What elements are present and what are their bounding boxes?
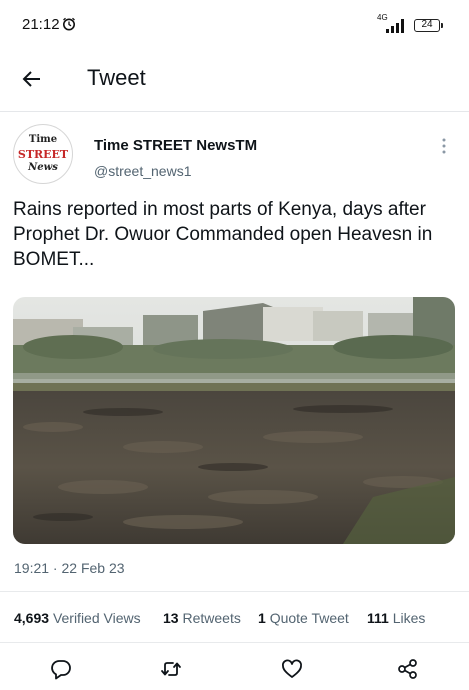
page-title: Tweet: [87, 65, 146, 90]
avatar-text-line-1: Time: [28, 134, 58, 145]
tweet-timestamp: 19:21 · 22 Feb 23: [14, 560, 125, 576]
retweets-count: 13: [163, 610, 179, 626]
views-count: 4,693: [14, 610, 50, 626]
tweet-text: Rains reported in most parts of Kenya, d…: [13, 199, 433, 270]
stats-divider: [0, 642, 469, 643]
author-handle[interactable]: @street_news1: [94, 163, 191, 179]
battery-indicator: 24: [414, 19, 440, 32]
views-label: Verified Views: [52, 610, 141, 626]
status-time: 21:12: [22, 16, 60, 33]
signal-strength-icon: [386, 19, 404, 33]
author-display-name[interactable]: Time STREET NewsTM: [94, 137, 257, 154]
top-app-bar: Tweet: [0, 50, 469, 106]
quote-tweets-stat[interactable]: 1 Quote Tweet: [258, 610, 349, 626]
views-stat[interactable]: 4,693 Verified Views: [14, 610, 141, 626]
quote-tweets-label: Quote Tweet: [269, 610, 349, 626]
likes-label: Likes: [392, 610, 426, 626]
tweet-photo[interactable]: [13, 297, 455, 544]
author-avatar[interactable]: Time STREET News: [13, 124, 73, 184]
timestamp-divider: [0, 591, 469, 592]
like-icon[interactable]: [281, 658, 303, 680]
tweet-action-bar: [0, 650, 469, 690]
alarm-icon: [63, 17, 75, 31]
avatar-text-line-2: STREET: [17, 148, 69, 161]
reply-icon[interactable]: [50, 658, 72, 680]
quote-tweets-count: 1: [258, 610, 266, 626]
avatar-text-line-3: News: [28, 162, 58, 173]
retweets-stat[interactable]: 13 Retweets: [163, 610, 241, 626]
likes-stat[interactable]: 111 Likes: [367, 610, 425, 626]
retweets-label: Retweets: [182, 610, 241, 626]
battery-tip: [441, 23, 443, 28]
rain-landscape-photo: [13, 297, 455, 544]
more-options-icon[interactable]: [442, 138, 446, 154]
retweet-icon[interactable]: [160, 658, 182, 680]
status-bar: 21:12 4G 24: [0, 0, 469, 46]
back-arrow-icon[interactable]: [20, 67, 44, 91]
share-icon[interactable]: [397, 658, 419, 680]
header-divider: [0, 111, 469, 112]
likes-count: 111: [367, 610, 389, 626]
